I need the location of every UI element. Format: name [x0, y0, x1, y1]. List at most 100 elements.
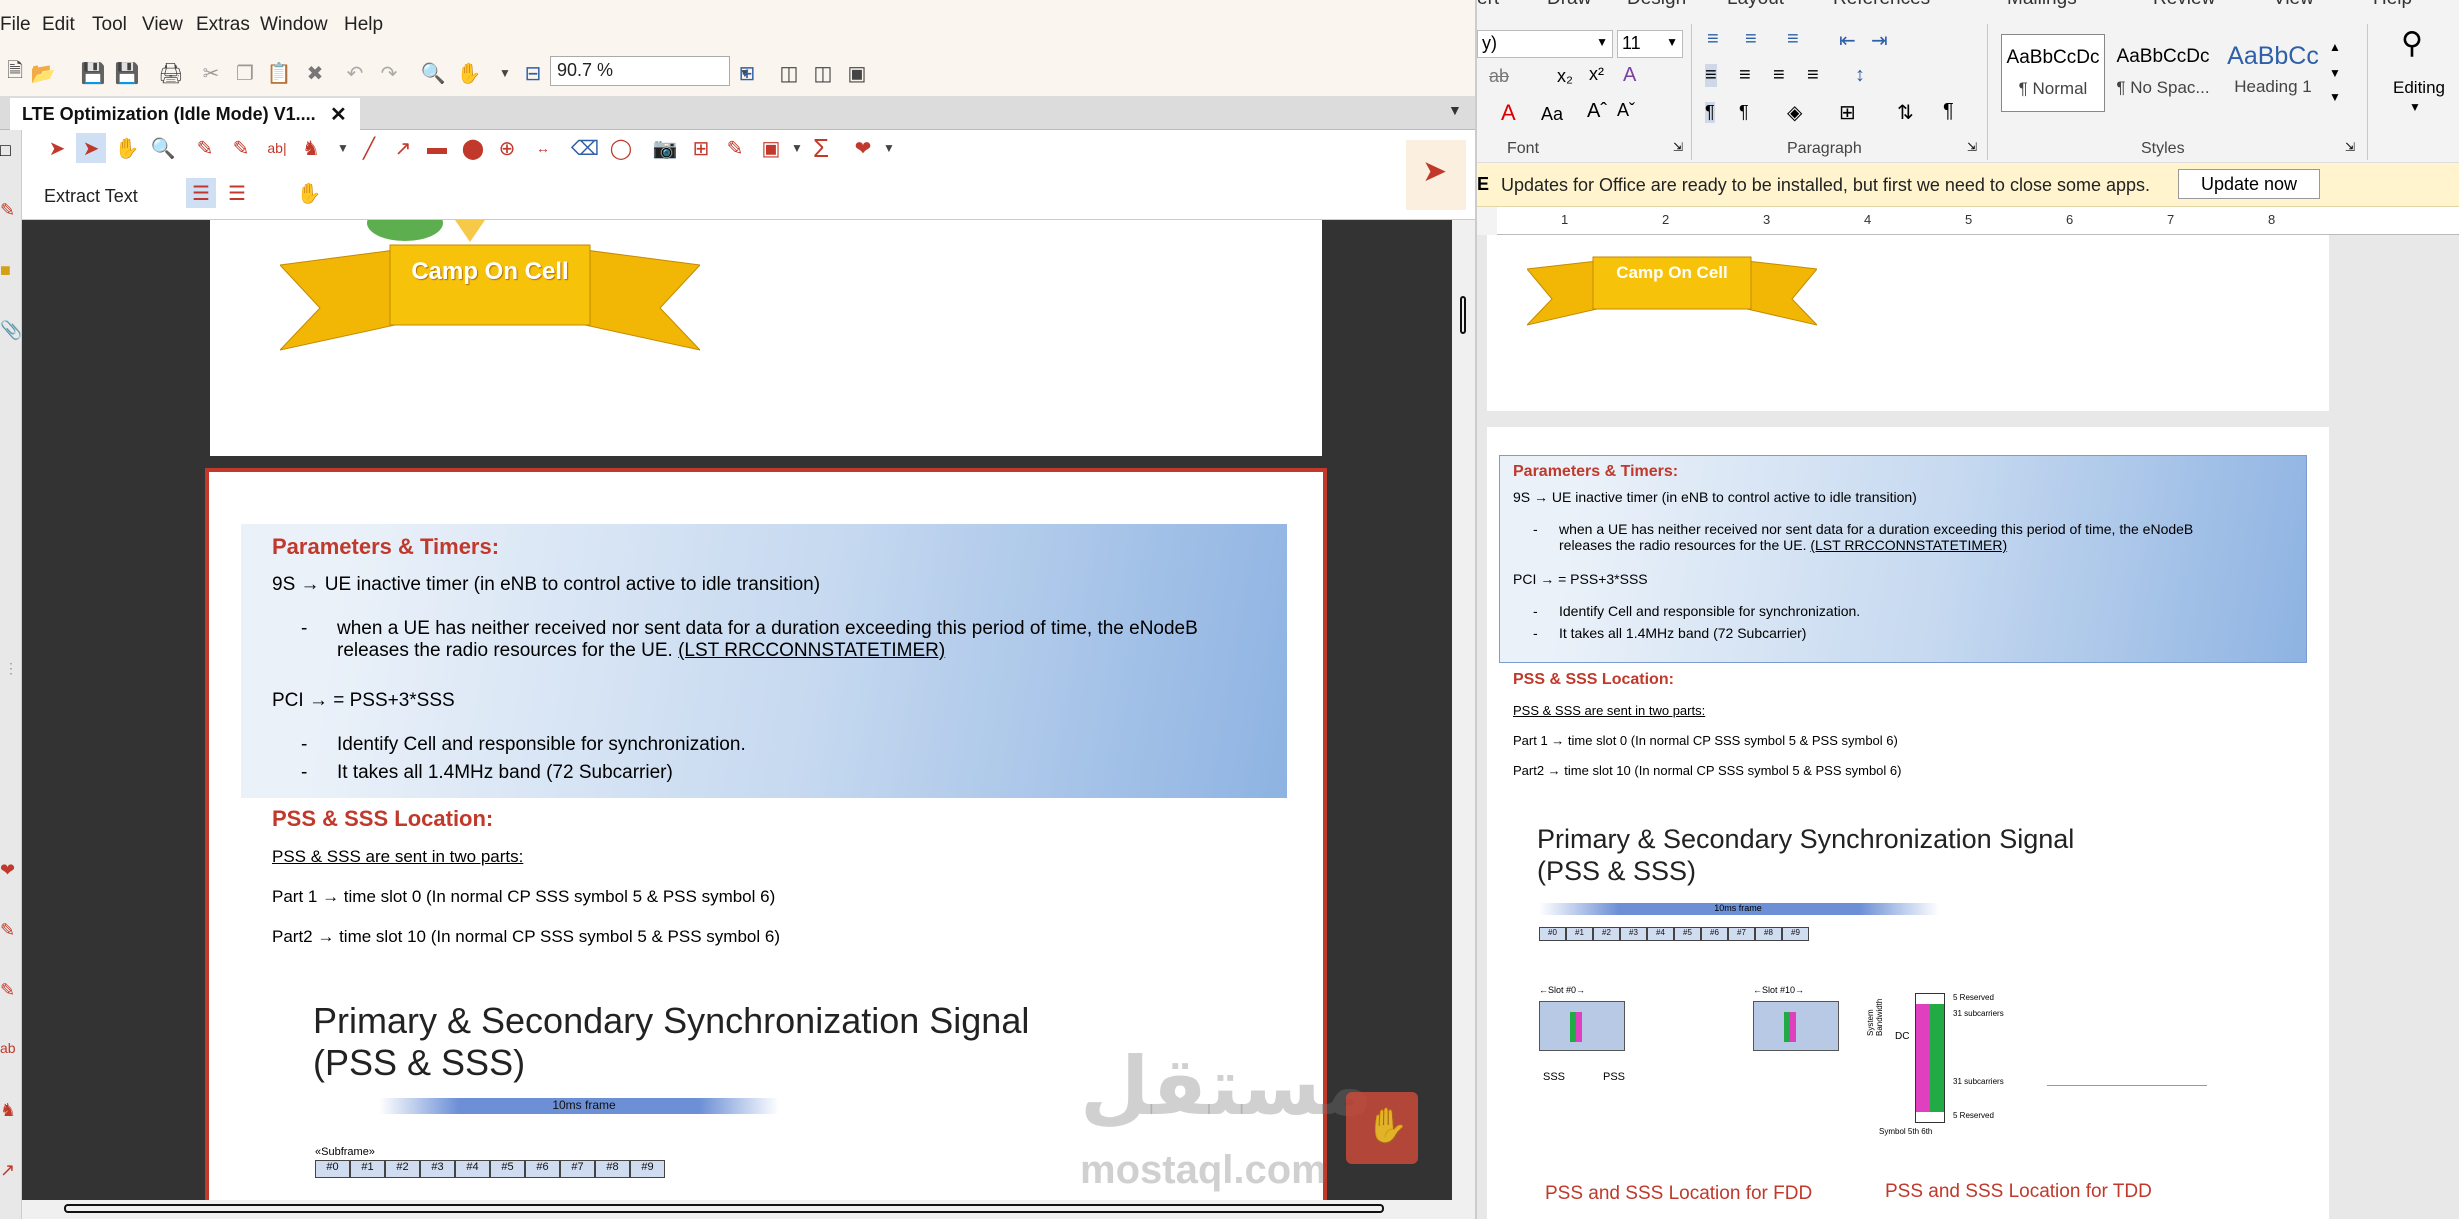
- font-color-icon[interactable]: A: [1501, 100, 1516, 126]
- lst-command-link[interactable]: (LST RRCCONNSTATETIMER): [678, 640, 945, 661]
- font-name-box[interactable]: y) ▼: [1477, 30, 1613, 58]
- eraser-icon[interactable]: ⌫: [570, 133, 600, 163]
- tab-help[interactable]: Help: [2373, 0, 2412, 10]
- tab-mailings[interactable]: Mailings: [2007, 0, 2077, 10]
- select-text-icon[interactable]: ➤: [76, 133, 106, 163]
- pencil-icon[interactable]: ✎: [190, 133, 220, 163]
- single-page-icon[interactable]: ◫: [774, 58, 804, 88]
- rtl-icon[interactable]: ¶: [1739, 102, 1749, 123]
- copy-icon[interactable]: ❐: [230, 58, 260, 88]
- ltr-icon[interactable]: ¶: [1705, 102, 1715, 123]
- marker-panel-icon[interactable]: ✎: [0, 980, 15, 1001]
- signature-pen-icon[interactable]: ✎: [720, 133, 750, 163]
- align-right-icon[interactable]: ≡: [1773, 64, 1785, 87]
- tab-lte-optimization[interactable]: LTE Optimization (Idle Mode) V1.... ✕: [10, 98, 360, 130]
- editing-label[interactable]: Editing: [2377, 78, 2459, 98]
- numbering-icon[interactable]: ≡: [1745, 28, 1757, 51]
- shading-icon[interactable]: ◈: [1787, 100, 1802, 125]
- strikethrough-icon[interactable]: ab: [1489, 66, 1509, 87]
- style-no-spacing[interactable]: AaBbCcDc ¶ No Spac...: [2111, 34, 2215, 112]
- styles-dialog-launcher-icon[interactable]: ⇲: [2345, 140, 2355, 154]
- tab-review[interactable]: Review: [2153, 0, 2215, 10]
- menu-edit[interactable]: Edit: [42, 14, 75, 36]
- arrow-panel-icon[interactable]: ↗: [0, 1160, 15, 1181]
- scroll-thumb[interactable]: [1460, 296, 1466, 334]
- subscript-icon[interactable]: x₂: [1557, 66, 1573, 87]
- delete-icon[interactable]: ✖: [300, 58, 330, 88]
- panel-toggle-icon[interactable]: □: [0, 140, 11, 161]
- new-document-icon[interactable]: 🗎: [0, 58, 30, 88]
- close-tab-icon[interactable]: ✕: [330, 102, 347, 127]
- rectangle-icon[interactable]: ▬: [422, 133, 452, 163]
- hand-icon[interactable]: ✋: [454, 58, 484, 88]
- line-icon[interactable]: ╱: [354, 133, 384, 163]
- sum-icon[interactable]: Σ: [806, 133, 836, 163]
- menu-window[interactable]: Window: [260, 14, 328, 36]
- font-size-box[interactable]: 11 ▼: [1617, 30, 1683, 58]
- styles-more-icon[interactable]: ▼: [2329, 90, 2341, 104]
- update-now-button[interactable]: Update now: [2178, 169, 2320, 199]
- tab-list-dropdown-icon[interactable]: ▼: [1448, 102, 1462, 118]
- polyline-icon[interactable]: ⊕: [492, 133, 522, 163]
- lasso-icon[interactable]: ◯: [606, 133, 636, 163]
- grow-font-icon[interactable]: Aˆ: [1587, 100, 1607, 123]
- zoom-out-button[interactable]: ⊟: [518, 58, 548, 88]
- highlighter-icon[interactable]: ✎: [226, 133, 256, 163]
- arrow-icon[interactable]: ↗: [388, 133, 418, 163]
- select-arrow-icon[interactable]: ➤: [42, 133, 72, 163]
- tab-references[interactable]: References: [1833, 0, 1930, 10]
- ellipse-icon[interactable]: ⬤: [458, 133, 488, 163]
- word-document-area[interactable]: Camp On Cell Parameters & Timers: 9S → U…: [1477, 235, 2459, 1219]
- menu-tool[interactable]: Tool: [92, 14, 127, 36]
- tab-insert[interactable]: ert: [1477, 0, 1499, 10]
- increase-indent-icon[interactable]: ⇥: [1871, 28, 1888, 53]
- tab-design[interactable]: Design: [1627, 0, 1686, 10]
- styles-scroll-up-icon[interactable]: ▲: [2329, 40, 2341, 54]
- vertical-scrollbar[interactable]: [1452, 220, 1475, 1200]
- bookmark-panel-icon[interactable]: ■: [0, 260, 11, 281]
- style-heading-1[interactable]: AaBbCc Heading 1: [2221, 34, 2325, 112]
- lst-command-link[interactable]: (LST RRCCONNSTATETIMER): [1810, 537, 2007, 553]
- stamp-panel-icon[interactable]: ♞: [0, 1100, 16, 1121]
- tab-view[interactable]: View: [2273, 0, 2314, 10]
- redo-icon[interactable]: ↷: [374, 58, 404, 88]
- dropdown-arrow-icon[interactable]: ▼: [490, 58, 520, 88]
- two-page-icon[interactable]: ◫: [808, 58, 838, 88]
- shrink-font-icon[interactable]: Aˇ: [1617, 100, 1635, 121]
- horizontal-ruler[interactable]: 1 2 3 4 5 6 7 8: [1477, 207, 2459, 235]
- multilevel-list-icon[interactable]: ≡: [1787, 28, 1799, 51]
- menu-extras[interactable]: Extras: [196, 14, 250, 36]
- snapshot-icon[interactable]: 📷: [650, 133, 680, 163]
- style-normal[interactable]: AaBbCcDc ¶ Normal: [2001, 34, 2105, 112]
- selection-cursor-panel[interactable]: ➤: [1406, 140, 1466, 210]
- paste-icon[interactable]: 📋: [264, 58, 294, 88]
- save-icon[interactable]: 💾: [78, 58, 108, 88]
- menu-file[interactable]: File: [0, 14, 31, 36]
- edit-panel-icon[interactable]: ✎: [0, 200, 15, 221]
- zoom-in-button[interactable]: ⊞: [732, 58, 762, 88]
- undo-icon[interactable]: ↶: [340, 58, 370, 88]
- stamp-icon[interactable]: ♞: [296, 133, 326, 163]
- zoom-input[interactable]: 90.7 %: [550, 56, 730, 86]
- superscript-icon[interactable]: x²: [1589, 64, 1604, 85]
- line-spacing-icon[interactable]: ↕: [1855, 64, 1865, 87]
- clear-format-icon[interactable]: A: [1623, 64, 1636, 87]
- tab-layout[interactable]: Layout: [1727, 0, 1784, 10]
- extract-columns-icon[interactable]: ☰: [222, 178, 252, 208]
- find-icon[interactable]: 🔍: [418, 58, 448, 88]
- change-case-icon[interactable]: Aa: [1541, 104, 1563, 125]
- cut-icon[interactable]: ✂: [196, 58, 226, 88]
- paragraph-dialog-launcher-icon[interactable]: ⇲: [1967, 140, 1977, 154]
- measure-icon[interactable]: ↔: [528, 133, 558, 163]
- justify-icon[interactable]: ≡: [1807, 64, 1819, 87]
- extract-hand-icon[interactable]: ✋: [294, 178, 324, 208]
- favorites-panel-icon[interactable]: ❤: [0, 860, 15, 881]
- text-panel-icon[interactable]: ab: [0, 1040, 16, 1056]
- horizontal-scrollbar[interactable]: [22, 1200, 1475, 1219]
- tab-draw[interactable]: Draw: [1547, 0, 1591, 10]
- search-icon[interactable]: ⚲: [2401, 26, 2423, 61]
- editing-dropdown-icon[interactable]: ▼: [2409, 100, 2421, 114]
- sort-icon[interactable]: ⇅: [1897, 100, 1914, 125]
- open-folder-icon[interactable]: 📂: [28, 58, 58, 88]
- textbox-icon[interactable]: ab|: [262, 133, 292, 163]
